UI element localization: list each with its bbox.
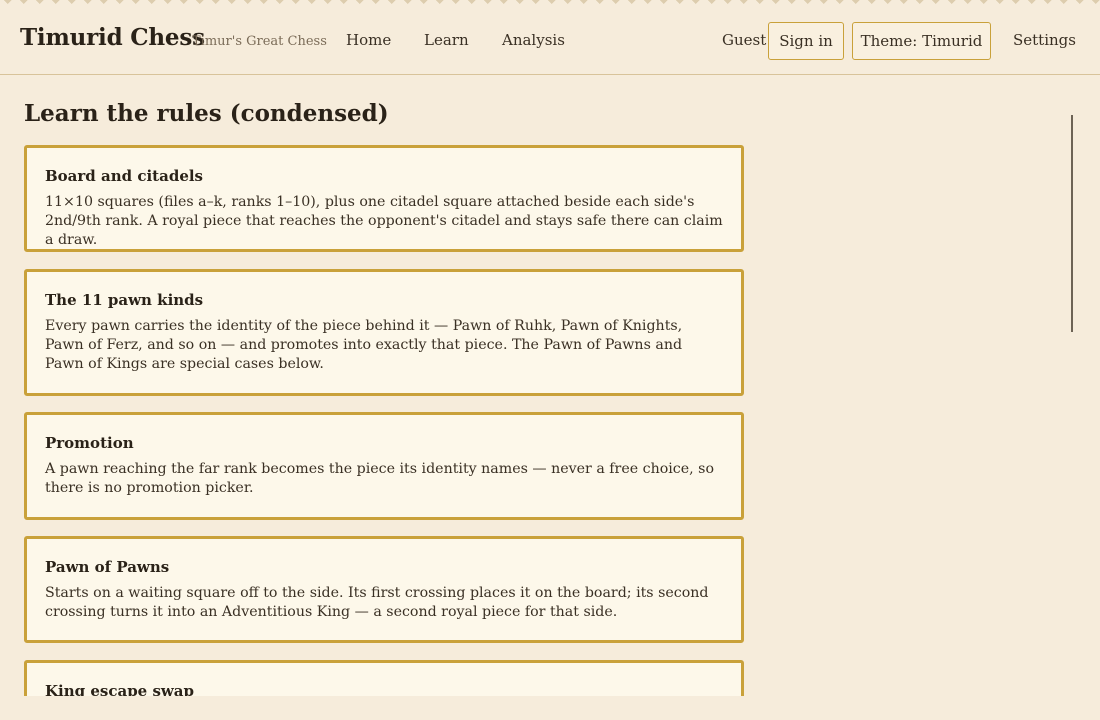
rule-card-body: A pawn reaching the far rank becomes the… [45,461,714,496]
rule-card-title: The 11 pawn kinds [45,291,204,309]
rule-card-title: Board and citadels [45,167,204,185]
scrollbar-thumb[interactable] [1071,115,1073,332]
brand-logo-text[interactable]: Timurid Chess [20,24,205,51]
rule-card-title: King escape swap [45,682,195,696]
theme-button[interactable]: Theme: Timurid [852,22,991,60]
brand-tagline: Timur's Great Chess [192,34,327,49]
main-content: Learn the rules (condensed) Board and ci… [0,76,1100,696]
nav-learn[interactable]: Learn [424,31,469,49]
sign-in-button[interactable]: Sign in [768,22,844,60]
nav-home[interactable]: Home [346,31,391,49]
page-title: Learn the rules (condensed) [24,100,389,127]
rule-card-pawn-kinds: The 11 pawn kinds Every pawn carries the… [24,269,744,396]
nav-analysis[interactable]: Analysis [502,31,565,49]
rule-card-title: Promotion [45,434,134,452]
rule-card-promotion: Promotion A pawn reaching the far rank b… [24,412,744,520]
rule-card-body: Starts on a waiting square off to the si… [45,585,709,620]
rule-card-body: Every pawn carries the identity of the p… [45,318,683,372]
user-status: Guest [722,31,767,49]
app-header: Timurid Chess Timur's Great Chess Home L… [0,0,1100,75]
settings-link[interactable]: Settings [1013,31,1076,49]
rule-card-body: 11×10 squares (files a–k, ranks 1–10), p… [45,194,723,248]
viewport-bottom-edge [0,696,1100,720]
rule-card-pawn-of-pawns: Pawn of Pawns Starts on a waiting square… [24,536,744,643]
rule-card-board-citadels: Board and citadels 11×10 squares (files … [24,145,744,252]
rule-card-king-escape-swap: King escape swap [24,660,744,696]
rule-card-title: Pawn of Pawns [45,558,170,576]
